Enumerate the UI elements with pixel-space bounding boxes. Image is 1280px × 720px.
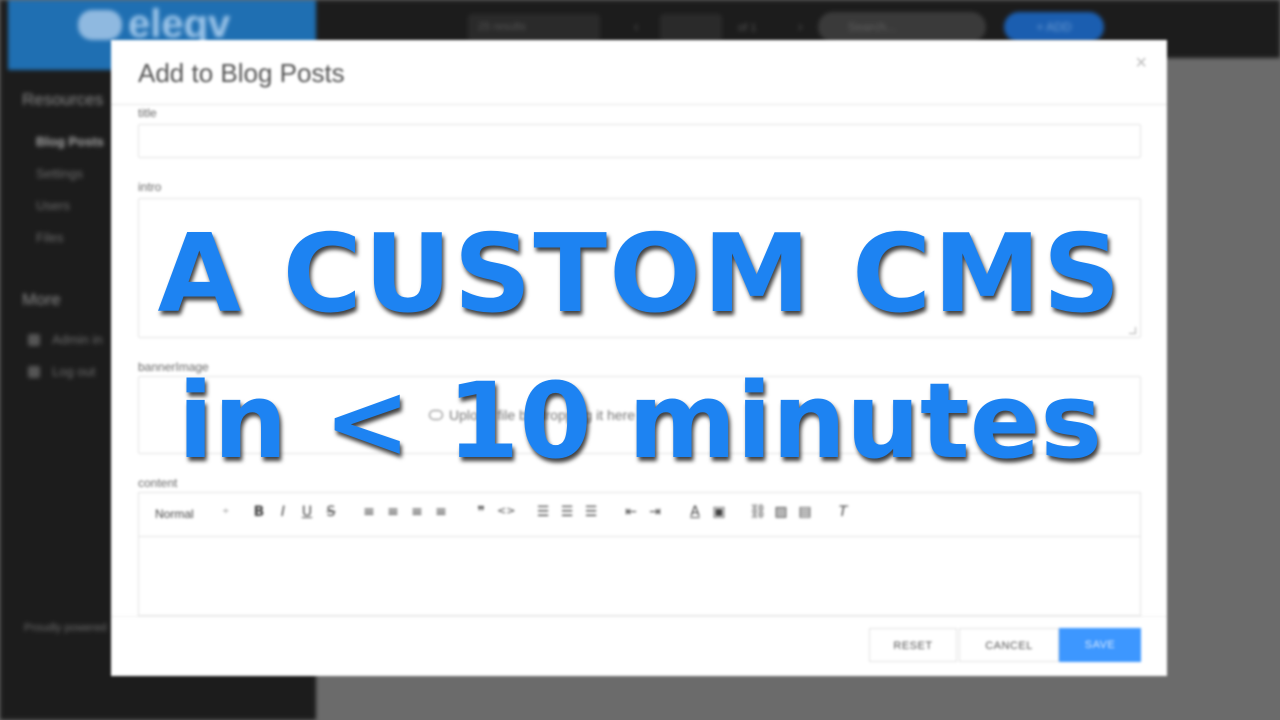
bullet-list-icon[interactable]: ☰ — [559, 504, 575, 522]
blockquote-button[interactable]: ❞ — [473, 504, 489, 522]
sidebar-item-users[interactable]: Users — [36, 198, 70, 213]
modal-header-divider — [111, 104, 1167, 105]
headline-line-1: A CUSTOM CMS — [157, 212, 1123, 337]
image-icon[interactable]: ▨ — [773, 504, 789, 522]
format-caret-icon[interactable]: ÷ — [223, 506, 229, 517]
content-editor[interactable] — [138, 536, 1141, 616]
modal-title: Add to Blog Posts — [138, 58, 345, 88]
title-input[interactable] — [138, 124, 1141, 158]
bold-button[interactable]: B — [251, 504, 267, 522]
sidebar-footer: Proudly powered — [24, 622, 107, 634]
strike-button[interactable]: S — [323, 504, 339, 522]
logo-mark-icon — [78, 10, 122, 40]
rich-text-toolbar: Normal ÷ B I U S ≡ ≡ ≡ ≡ ❞ <> ☰ ☰ ☰ ⇤ ⇥ … — [138, 492, 1141, 536]
align-justify-icon[interactable]: ≡ — [433, 504, 449, 522]
underline-button[interactable]: U — [299, 504, 315, 522]
sidebar-item-settings[interactable]: Settings — [36, 166, 83, 181]
add-button[interactable]: + ADD — [1004, 12, 1104, 42]
headline-line-2: in < 10 minutes — [177, 360, 1103, 482]
cancel-button[interactable]: CANCEL — [959, 628, 1059, 662]
add-blog-post-modal: Add to Blog Posts × title intro bannerIm… — [111, 40, 1167, 676]
clear-format-button[interactable]: T — [835, 504, 851, 522]
per-page-select[interactable]: 25 results — [468, 14, 600, 42]
italic-button[interactable]: I — [275, 504, 291, 522]
next-page-icon[interactable]: › — [798, 18, 803, 34]
link-icon[interactable]: ⛓ — [749, 504, 767, 522]
code-button[interactable]: <> — [497, 504, 515, 522]
indent-icon[interactable]: ⇥ — [647, 504, 663, 522]
align-left-icon[interactable]: ≡ — [361, 504, 377, 522]
outdent-icon[interactable]: ⇤ — [623, 504, 639, 522]
search-input[interactable]: Search... — [818, 12, 986, 42]
intro-label: intro — [138, 180, 162, 194]
check-list-icon[interactable]: ☰ — [583, 504, 599, 522]
video-icon[interactable]: ▤ — [797, 504, 813, 522]
page-input[interactable] — [660, 14, 722, 42]
ordered-list-icon[interactable]: ☰ — [535, 504, 551, 522]
page-count: of 1 — [738, 22, 757, 34]
text-color-button[interactable]: A — [687, 504, 703, 522]
modal-footer-divider — [111, 616, 1167, 617]
sidebar-item-blog-posts[interactable]: Blog Posts — [36, 134, 104, 149]
align-center-icon[interactable]: ≡ — [385, 504, 401, 522]
title-label: title — [138, 106, 157, 120]
close-icon[interactable]: × — [1135, 52, 1147, 75]
save-button[interactable]: SAVE — [1059, 628, 1141, 662]
prev-page-icon[interactable]: ‹ — [634, 18, 639, 34]
reset-button[interactable]: RESET — [869, 628, 957, 662]
sidebar-section-resources: Resources — [22, 90, 104, 109]
align-right-icon[interactable]: ≡ — [409, 504, 425, 522]
background-color-icon[interactable]: ▣ — [711, 504, 727, 522]
format-select[interactable]: Normal — [155, 507, 194, 521]
